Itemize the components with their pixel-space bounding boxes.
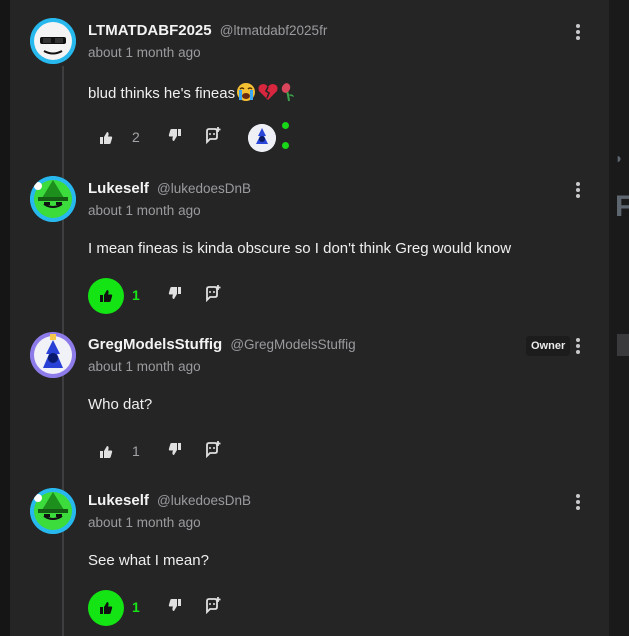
author-label[interactable]: Lukeself (88, 492, 149, 509)
author-handle[interactable]: @lukedoesDnB (157, 181, 251, 196)
background-fragment: F (615, 190, 629, 223)
like-button[interactable] (88, 590, 124, 626)
author-label[interactable]: Lukeself (88, 180, 149, 197)
background-right-strip: ◗ F (609, 0, 629, 636)
timestamp: about 1 month ago (88, 203, 201, 218)
thumbs-down-icon[interactable] (168, 442, 182, 461)
thumbs-up-icon (100, 602, 113, 614)
author-handle[interactable]: @GregModelsStuffig (230, 337, 355, 352)
thumbs-down-icon[interactable] (168, 128, 182, 147)
like-count: 2 (132, 129, 140, 145)
comment-actions: 2 (88, 120, 388, 156)
avatar[interactable] (30, 18, 76, 64)
comment-body: See what I mean? (88, 552, 209, 569)
author-name[interactable]: Lukeself @lukedoesDnB (88, 180, 251, 197)
more-options-icon[interactable] (572, 24, 584, 44)
avatar[interactable] (30, 488, 76, 534)
status-dot (282, 122, 289, 129)
thumbs-down-icon[interactable] (168, 598, 182, 617)
background-fragment: ◗ (615, 150, 624, 166)
avatar[interactable] (30, 176, 76, 222)
author-handle[interactable]: @lukedoesDnB (157, 493, 251, 508)
white-cat-sunglasses-avatar-icon (30, 18, 76, 64)
like-button[interactable] (88, 434, 124, 470)
reply-icon[interactable] (204, 126, 222, 149)
comment-actions: 1 (88, 434, 388, 470)
reply-icon[interactable] (204, 596, 222, 619)
comment-item: Lukeself @lukedoesDnB about 1 month ago … (10, 470, 609, 626)
status-dot (282, 142, 289, 149)
author-name[interactable]: Lukeself @lukedoesDnB (88, 492, 251, 509)
wilted-flower-icon (279, 82, 299, 106)
like-count: 1 (132, 287, 140, 303)
broken-heart-icon (257, 82, 279, 106)
author-handle[interactable]: @ltmatdabf2025fr (220, 23, 328, 38)
blue-flame-figure-avatar-icon (30, 332, 76, 378)
comment-actions: 1 (88, 590, 388, 626)
like-count: 1 (132, 443, 140, 459)
author-name[interactable]: LTMATDABF2025 @ltmatdabf2025fr (88, 22, 327, 39)
comment-item: GregModelsStuffig @GregModelsStuffig Own… (10, 314, 609, 464)
like-button[interactable] (88, 120, 124, 156)
timestamp: about 1 month ago (88, 45, 201, 60)
comment-body: I mean fineas is kinda obscure so I don'… (88, 240, 512, 257)
comment-body: blud thinks he's fineas (88, 82, 299, 106)
more-options-icon[interactable] (572, 338, 584, 358)
comment-text: blud thinks he's fineas (88, 85, 236, 102)
comment-body: Who dat? (88, 396, 153, 413)
author-name[interactable]: GregModelsStuffig @GregModelsStuffig (88, 336, 356, 353)
like-button[interactable] (88, 278, 124, 314)
timestamp: about 1 month ago (88, 515, 201, 530)
more-options-icon[interactable] (572, 182, 584, 202)
like-count: 1 (132, 599, 140, 615)
thumbs-up-icon (100, 132, 113, 144)
comment-item: LTMATDABF2025 @ltmatdabf2025fr about 1 m… (10, 0, 609, 152)
comment-item: Lukeself @lukedoesDnB about 1 month ago … (10, 158, 609, 314)
more-options-icon[interactable] (572, 494, 584, 514)
reply-icon[interactable] (204, 284, 222, 307)
thumbs-up-icon (100, 446, 113, 458)
author-label[interactable]: GregModelsStuffig (88, 336, 222, 353)
background-left-strip (0, 0, 10, 636)
timestamp: about 1 month ago (88, 359, 201, 374)
comment-thread-panel: LTMATDABF2025 @ltmatdabf2025fr about 1 m… (10, 0, 609, 636)
loudly-crying-face-icon (235, 82, 257, 106)
avatar[interactable] (30, 332, 76, 378)
owner-badge: Owner (526, 336, 571, 356)
green-witch-avatar-icon (30, 488, 76, 534)
author-label[interactable]: LTMATDABF2025 (88, 22, 212, 39)
thumbs-down-icon[interactable] (168, 286, 182, 305)
thumbs-up-icon (100, 290, 113, 302)
background-fragment-bar (617, 334, 629, 356)
blue-flame-figure-icon (248, 124, 276, 152)
comment-actions: 1 (88, 278, 388, 314)
green-witch-avatar-icon (30, 176, 76, 222)
reply-icon[interactable] (204, 440, 222, 463)
user-avatar-thumbnail[interactable] (248, 124, 276, 152)
